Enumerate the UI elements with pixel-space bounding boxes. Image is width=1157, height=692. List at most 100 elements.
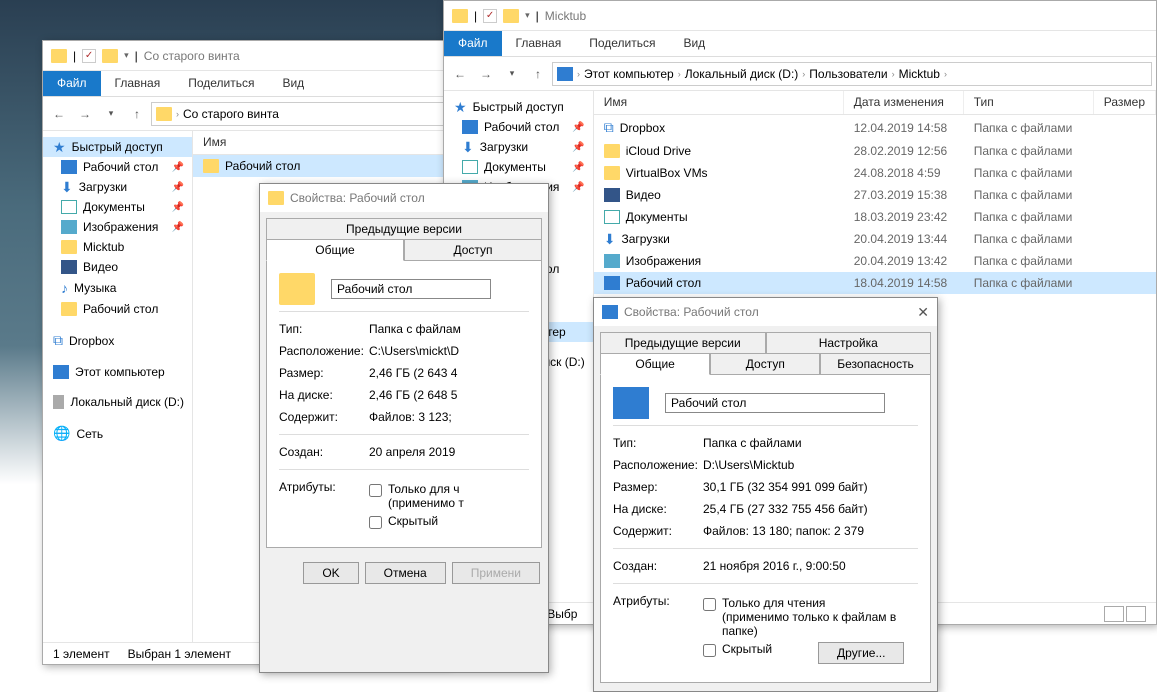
cancel-button[interactable]: Отмена — [365, 562, 446, 584]
tab-view[interactable]: Вид — [268, 71, 318, 96]
tab-file[interactable]: Файл — [43, 71, 101, 96]
tab-previous-versions[interactable]: Предыдущие версии — [266, 218, 542, 240]
item-count: 1 элемент — [53, 647, 110, 661]
sidebar-item[interactable]: Рабочий стол📌 — [444, 117, 593, 137]
titlebar[interactable]: | ✓ ▾ | Со старого винта — [43, 41, 449, 71]
breadcrumb[interactable]: Micktub — [899, 67, 940, 81]
sidebar-item[interactable]: Документы📌 — [43, 197, 192, 217]
forward-button[interactable]: → — [474, 62, 498, 86]
tab-access[interactable]: Доступ — [404, 239, 542, 261]
tab-customize[interactable]: Настройка — [766, 332, 932, 354]
check-icon[interactable]: ✓ — [483, 9, 497, 23]
up-button[interactable]: ↑ — [526, 62, 550, 86]
tab-row-top: Предыдущие версии — [260, 212, 548, 239]
up-button[interactable]: ↑ — [125, 102, 149, 126]
sidebar-item[interactable]: Документы📌 — [444, 157, 593, 177]
dialog-titlebar[interactable]: Свойства: Рабочий стол ✕ — [594, 298, 937, 326]
tab-security[interactable]: Безопасность — [820, 353, 930, 375]
address-bar[interactable]: ›Этот компьютер ›Локальный диск (D:) ›По… — [552, 62, 1152, 86]
file-row[interactable]: VirtualBox VMs24.08.2018 4:59Папка с фай… — [594, 162, 1156, 184]
file-row[interactable]: Видео27.03.2019 15:38Папка с файлами — [594, 184, 1156, 206]
folder-icon — [503, 9, 519, 23]
tab-file[interactable]: Файл — [444, 31, 502, 56]
check-icon[interactable]: ✓ — [82, 49, 96, 63]
file-row[interactable]: Документы18.03.2019 23:42Папка с файлами — [594, 206, 1156, 228]
col-name[interactable]: Имя — [193, 131, 449, 154]
tab-previous-versions[interactable]: Предыдущие версии — [600, 332, 766, 354]
tab-share[interactable]: Поделиться — [575, 31, 669, 56]
tab-home[interactable]: Главная — [502, 31, 576, 56]
doc-icon — [462, 160, 478, 174]
close-button[interactable]: ✕ — [917, 304, 929, 321]
breadcrumb[interactable]: Со старого винта — [183, 107, 279, 121]
file-name: Документы — [626, 210, 688, 224]
sidebar-dropbox[interactable]: ⧉Dropbox — [43, 329, 192, 352]
view-details-button[interactable] — [1104, 606, 1124, 622]
chevron-down-icon[interactable]: ▾ — [124, 50, 129, 61]
hidden-checkbox[interactable] — [369, 516, 382, 529]
sidebar-item[interactable]: ⬇Загрузки📌 — [43, 177, 192, 197]
titlebar[interactable]: | ✓ ▾ | Micktub — [444, 1, 1156, 31]
file-name: Рабочий стол — [626, 276, 701, 290]
file-row[interactable]: ⧉Dropbox12.04.2019 14:58Папка с файлами — [594, 115, 1156, 140]
pc-icon — [557, 67, 573, 81]
sidebar-disk[interactable]: Локальный диск (D:) — [43, 392, 192, 412]
file-type: Папка с файлами — [964, 142, 1094, 160]
folder-name-input[interactable] — [665, 393, 885, 413]
prop-value: 25,4 ГБ (27 332 755 456 байт) — [703, 502, 868, 516]
tab-general[interactable]: Общие — [600, 353, 710, 375]
file-row[interactable]: Изображения20.04.2019 13:42Папка с файла… — [594, 250, 1156, 272]
tab-home[interactable]: Главная — [101, 71, 175, 96]
col-date[interactable]: Дата изменения — [844, 91, 964, 114]
apply-button[interactable]: Примени — [452, 562, 540, 584]
back-button[interactable]: ← — [448, 62, 472, 86]
readonly-checkbox[interactable] — [369, 484, 382, 497]
file-row[interactable]: Рабочий стол18.04.2019 14:58Папка с файл… — [594, 272, 1156, 294]
sidebar-item[interactable]: Рабочий стол📌 — [43, 157, 192, 177]
history-button[interactable]: ▾ — [500, 62, 524, 86]
readonly-checkbox[interactable] — [703, 598, 716, 611]
file-row[interactable]: Рабочий стол — [193, 155, 449, 177]
col-size[interactable]: Размер — [1094, 91, 1156, 114]
desktop-icon — [462, 120, 478, 134]
back-button[interactable]: ← — [47, 102, 71, 126]
ok-button[interactable]: OK — [303, 562, 358, 584]
breadcrumb[interactable]: Этот компьютер — [584, 67, 674, 81]
view-icons-button[interactable] — [1126, 606, 1146, 622]
address-bar[interactable]: › Со старого винта — [151, 102, 445, 126]
hidden-checkbox[interactable] — [703, 644, 716, 657]
folder-icon — [203, 159, 219, 173]
file-row[interactable]: iCloud Drive28.02.2019 12:56Папка с файл… — [594, 140, 1156, 162]
forward-button[interactable]: → — [73, 102, 97, 126]
sidebar-item[interactable]: ⬇Загрузки📌 — [444, 137, 593, 157]
label: Документы — [83, 200, 145, 214]
breadcrumb[interactable]: Пользователи — [809, 67, 887, 81]
col-name[interactable]: Имя — [594, 91, 844, 114]
file-date: 24.08.2018 4:59 — [844, 164, 964, 182]
sidebar-item[interactable]: Видео — [43, 257, 192, 277]
prop-label: На диске: — [279, 388, 369, 402]
tab-row-bottom: Общие Доступ Безопасность — [594, 353, 937, 374]
tab-view[interactable]: Вид — [669, 31, 719, 56]
sidebar-network[interactable]: 🌐Сеть — [43, 422, 192, 445]
folder-name-input[interactable] — [331, 279, 491, 299]
sidebar-quick-access[interactable]: ★Быстрый доступ — [43, 137, 192, 157]
breadcrumb[interactable]: Локальный диск (D:) — [685, 67, 799, 81]
tab-general[interactable]: Общие — [266, 239, 404, 261]
chevron-down-icon[interactable]: ▾ — [525, 10, 530, 21]
tab-access[interactable]: Доступ — [710, 353, 820, 375]
sidebar-item[interactable]: ♪Музыка — [43, 277, 192, 299]
created-value: 21 ноября 2016 г., 9:00:50 — [703, 559, 846, 573]
file-row[interactable]: ⬇Загрузки20.04.2019 13:44Папка с файлами — [594, 228, 1156, 250]
sidebar-item[interactable]: Рабочий стол — [43, 299, 192, 319]
sidebar-quick-access[interactable]: ★Быстрый доступ — [444, 97, 593, 117]
sidebar-item[interactable]: Изображения📌 — [43, 217, 192, 237]
folder-icon — [102, 49, 118, 63]
sidebar-item[interactable]: Micktub — [43, 237, 192, 257]
sidebar-this-pc[interactable]: Этот компьютер — [43, 362, 192, 382]
dialog-titlebar[interactable]: Свойства: Рабочий стол — [260, 184, 548, 212]
tab-share[interactable]: Поделиться — [174, 71, 268, 96]
other-button[interactable]: Другие... — [818, 642, 904, 664]
col-type[interactable]: Тип — [964, 91, 1094, 114]
history-button[interactable]: ▾ — [99, 102, 123, 126]
